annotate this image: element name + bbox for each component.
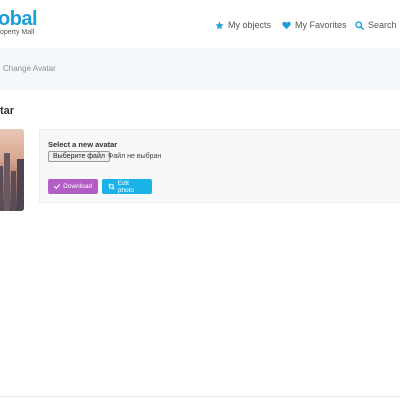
site-header: obal operty Mall My objects My Favorites… [0,0,400,48]
choose-file-button[interactable]: Выберите файл [48,151,110,162]
crop-icon [108,183,115,190]
check-icon [54,184,61,189]
search-icon [355,20,364,30]
edit-photo-button[interactable]: Edit photo [102,179,152,194]
file-status: Файл не выбран [108,153,162,160]
nav-label: My Favorites [295,20,347,30]
heart-icon [282,21,291,29]
logo[interactable]: obal [0,8,38,30]
divider [0,396,400,397]
avatar-image [0,129,24,211]
nav-label: Search [368,20,397,30]
nav-my-favorites[interactable]: My Favorites [282,18,347,32]
breadcrumb: Change Avatar [3,64,56,73]
breadcrumb-bar [0,48,400,90]
nav-my-objects[interactable]: My objects [215,18,271,32]
download-button[interactable]: Download [48,179,98,194]
logo-subtitle: operty Mall [0,29,35,36]
nav-label: My objects [228,20,272,30]
edit-label: Edit photo [117,179,135,194]
nav-search[interactable]: Search [355,18,397,32]
page-title: tar [0,105,15,117]
download-label: Download [63,183,92,190]
upload-label: Select a new avatar [48,140,118,149]
star-icon [215,20,224,29]
